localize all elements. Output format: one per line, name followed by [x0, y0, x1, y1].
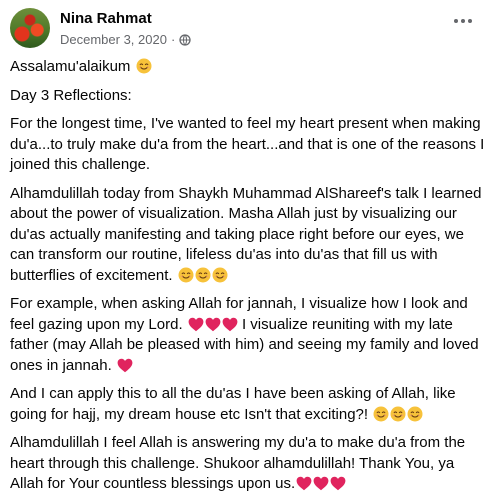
red-heart-icon	[117, 358, 133, 373]
post-meta: December 3, 2020 ·	[60, 32, 191, 47]
post-date[interactable]: December 3, 2020	[60, 32, 167, 47]
paragraph-text: Assalamu'alaikum	[10, 58, 131, 75]
paragraph-intro: For the longest time, I've wanted to fee…	[10, 114, 486, 176]
smiling-face-icon	[212, 267, 228, 283]
smiling-face-icon	[178, 267, 194, 283]
red-heart-icon	[188, 317, 204, 332]
paragraph-text: For the longest time, I've wanted to fee…	[10, 115, 485, 173]
red-heart-icon	[330, 476, 346, 491]
post-content: Assalamu'alaikum Day 3 Reflections: For …	[10, 57, 486, 503]
paragraph-greeting: Assalamu'alaikum	[10, 57, 486, 78]
paragraph-day: Day 3 Reflections:	[10, 86, 486, 107]
paragraph-text: Alhamdulillah today from Shaykh Muhammad…	[10, 184, 482, 284]
post-header: Nina Rahmat December 3, 2020 ·	[10, 8, 482, 48]
paragraph-jannah: For example, when asking Allah for janna…	[10, 294, 486, 376]
meta-separator: ·	[170, 32, 176, 47]
smiling-face-icon	[407, 406, 423, 422]
globe-icon[interactable]	[179, 33, 191, 46]
paragraph-visualization: Alhamdulillah today from Shaykh Muhammad…	[10, 184, 486, 287]
smiling-face-icon	[136, 58, 152, 74]
more-options-icon[interactable]	[450, 10, 476, 32]
author-name[interactable]: Nina Rahmat	[60, 10, 152, 27]
avatar[interactable]	[10, 8, 50, 48]
smiling-face-icon	[195, 267, 211, 283]
smiling-face-icon	[373, 406, 389, 422]
paragraph-text: Day 3 Reflections:	[10, 86, 132, 104]
paragraph-text: Alhamdulillah I feel Allah is answering …	[10, 434, 466, 492]
smiling-face-icon	[390, 406, 406, 422]
red-heart-icon	[222, 317, 238, 332]
paragraph-apply: And I can apply this to all the du'as I …	[10, 384, 486, 425]
red-heart-icon	[296, 476, 312, 491]
red-heart-icon	[205, 317, 221, 332]
red-heart-icon	[313, 476, 329, 491]
paragraph-closing: Alhamdulillah I feel Allah is answering …	[10, 433, 486, 495]
